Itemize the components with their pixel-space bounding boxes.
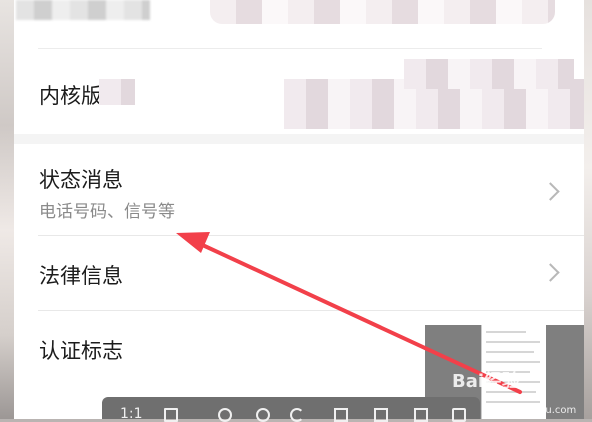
copy-icon[interactable] [414, 408, 428, 422]
favorite-icon[interactable] [374, 408, 388, 422]
fit-screen-icon[interactable] [164, 408, 178, 422]
arrow-head [176, 232, 210, 253]
watermark-brand: Bai经验 [452, 371, 521, 392]
share-icon[interactable] [452, 408, 466, 422]
annotation-arrow [176, 232, 522, 394]
zoom-out-icon[interactable] [256, 408, 270, 422]
zoom-actual-size-button[interactable]: 1:1 [120, 406, 143, 422]
watermark-url: jingyan.baidu.com [484, 405, 577, 416]
viewer-toolbar: 1:1 [102, 397, 480, 422]
rotate-icon[interactable] [290, 408, 304, 422]
save-icon[interactable] [334, 408, 348, 422]
clock-icon[interactable] [218, 408, 232, 422]
